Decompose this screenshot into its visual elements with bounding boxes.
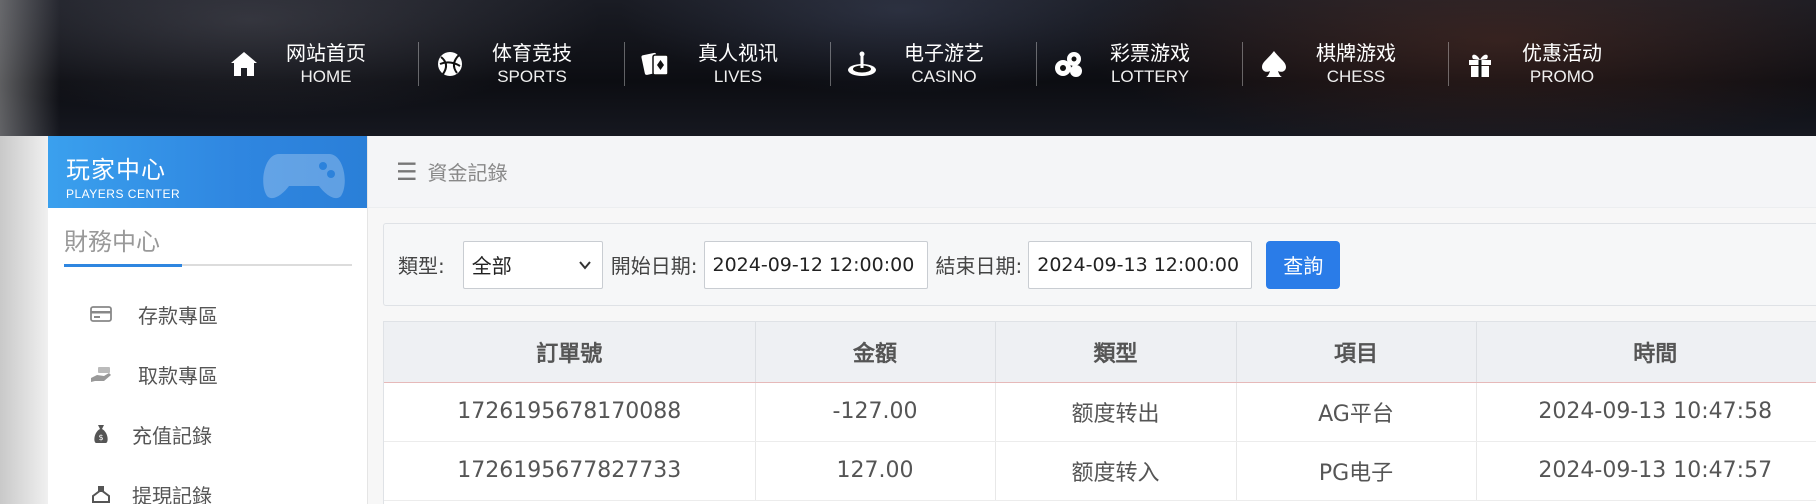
col-header-time: 時間 [1476,322,1816,383]
roulette-icon [842,44,882,84]
main-nav: 网站首页 HOME 体育竞技 SPORTS 真人视讯 LIVES 电子游艺 CA… [212,36,1654,92]
nav-item-lives[interactable]: 真人视讯 LIVES [624,36,830,92]
nav-label-cn: 棋牌游戏 [1316,40,1396,65]
cell-type: 额度转入 [995,441,1237,501]
nav-label-cn: 体育竞技 [492,40,572,65]
cards-icon [636,44,676,84]
money-bag-icon: $ [88,421,114,447]
top-navigation-bar: 网站首页 HOME 体育竞技 SPORTS 真人视讯 LIVES 电子游艺 CA… [0,0,1816,504]
ball-icon [430,44,470,84]
start-date-label: 開始日期: [610,254,698,278]
col-header-order-no: 訂單號 [384,322,756,383]
type-select-value: 全部 [471,254,512,278]
end-date-input[interactable] [1028,240,1253,289]
nav-label-en: HOME [300,66,352,86]
nav-item-promo[interactable]: 优惠活动 PROMO [1448,36,1654,92]
table-row: 1726195677827733 127.00 额度转入 PG电子 2024-0… [384,441,1816,501]
withdraw-icon [88,481,114,504]
sidebar-item-label: 存款專區 [138,303,218,328]
svg-text:$: $ [98,433,103,442]
sidebar: 玩家中心 PLAYERS CENTER 財務中心 存款專區 取款專區 $ 充值記… [48,136,368,504]
query-button[interactable]: 查詢 [1266,240,1341,289]
cell-amount: -127.00 [755,382,996,442]
col-header-item: 項目 [1236,322,1477,383]
cell-amount: 127.00 [755,441,996,501]
nav-label-cn: 优惠活动 [1522,40,1602,65]
menu-icon[interactable]: ☰ [396,158,418,186]
cell-time: 2024-09-13 10:47:57 [1476,441,1816,501]
sidebar-item-withdraw-records[interactable]: 提現記錄 [48,464,367,504]
table-row: 1726195678170088 -127.00 额度转出 AG平台 2024-… [384,382,1816,442]
breadcrumb: ☰ 資金記錄 [368,136,1816,208]
gift-icon [1460,44,1500,84]
hand-cash-icon [88,361,114,387]
start-date-input[interactable] [703,240,928,289]
nav-item-casino[interactable]: 电子游艺 CASINO [830,36,1036,92]
nav-item-home[interactable]: 网站首页 HOME [212,36,418,92]
sidebar-item-label: 充值記錄 [132,423,212,448]
sidebar-item-withdraw[interactable]: 取款專區 [48,344,367,404]
cell-order-no: 1726195678170088 [384,382,756,442]
nav-label-en: SPORTS [497,66,567,86]
nav-item-lottery[interactable]: 彩票游戏 LOTTERY [1036,36,1242,92]
nav-label-cn: 彩票游戏 [1110,40,1190,65]
type-label: 類型: [398,254,445,278]
nav-label-en: CHESS [1326,66,1386,86]
sidebar-item-label: 取款專區 [138,363,218,388]
cell-item: PG电子 [1236,441,1477,501]
finance-center-title: 財務中心 [64,228,160,256]
lottery-balls-icon [1048,44,1088,84]
spade-icon [1254,44,1294,84]
sidebar-item-label: 提現記錄 [132,483,212,504]
nav-label-en: LIVES [713,66,763,86]
table-header-row: 訂單號 金額 類型 項目 時間 [384,322,1816,383]
cell-time: 2024-09-13 10:47:58 [1476,382,1816,442]
finance-center-underline [64,264,352,267]
cell-type: 额度转出 [995,382,1237,442]
sidebar-item-recharge-records[interactable]: $ 充值記錄 [48,404,367,464]
cell-order-no: 1726195677827733 [384,441,756,501]
fund-records-table: 訂單號 金額 類型 項目 時間 1726195678170088 -127.00… [383,321,1816,504]
main-content: ☰ 資金記錄 類型: 全部 開始日期: 結束日期: 查詢 訂單號 金額 類型 項… [368,136,1816,504]
gamepad-icon [263,154,345,199]
card-icon [88,301,114,327]
nav-item-sports[interactable]: 体育竞技 SPORTS [418,36,624,92]
col-header-type: 類型 [995,322,1237,383]
nav-item-chess[interactable]: 棋牌游戏 CHESS [1242,36,1448,92]
nav-label-cn: 真人视讯 [698,40,778,65]
nav-label-cn: 网站首页 [286,40,366,65]
type-select[interactable]: 全部 [462,240,603,289]
page-title: 資金記錄 [427,161,508,185]
sidebar-item-deposit[interactable]: 存款專區 [48,284,367,344]
cell-item: AG平台 [1236,382,1477,442]
nav-label-en: LOTTERY [1110,66,1190,86]
sidebar-menu: 存款專區 取款專區 $ 充值記錄 提現記錄 [48,284,367,504]
chevron-down-icon [578,260,591,270]
players-center-header: 玩家中心 PLAYERS CENTER [48,136,367,208]
home-icon [224,44,264,84]
filter-bar: 類型: 全部 開始日期: 結束日期: 查詢 [383,223,1816,306]
nav-label-en: PROMO [1529,66,1595,86]
end-date-label: 結束日期: [935,254,1023,278]
col-header-amount: 金額 [755,322,996,383]
nav-label-en: CASINO [911,66,977,86]
nav-label-cn: 电子游艺 [904,40,984,65]
